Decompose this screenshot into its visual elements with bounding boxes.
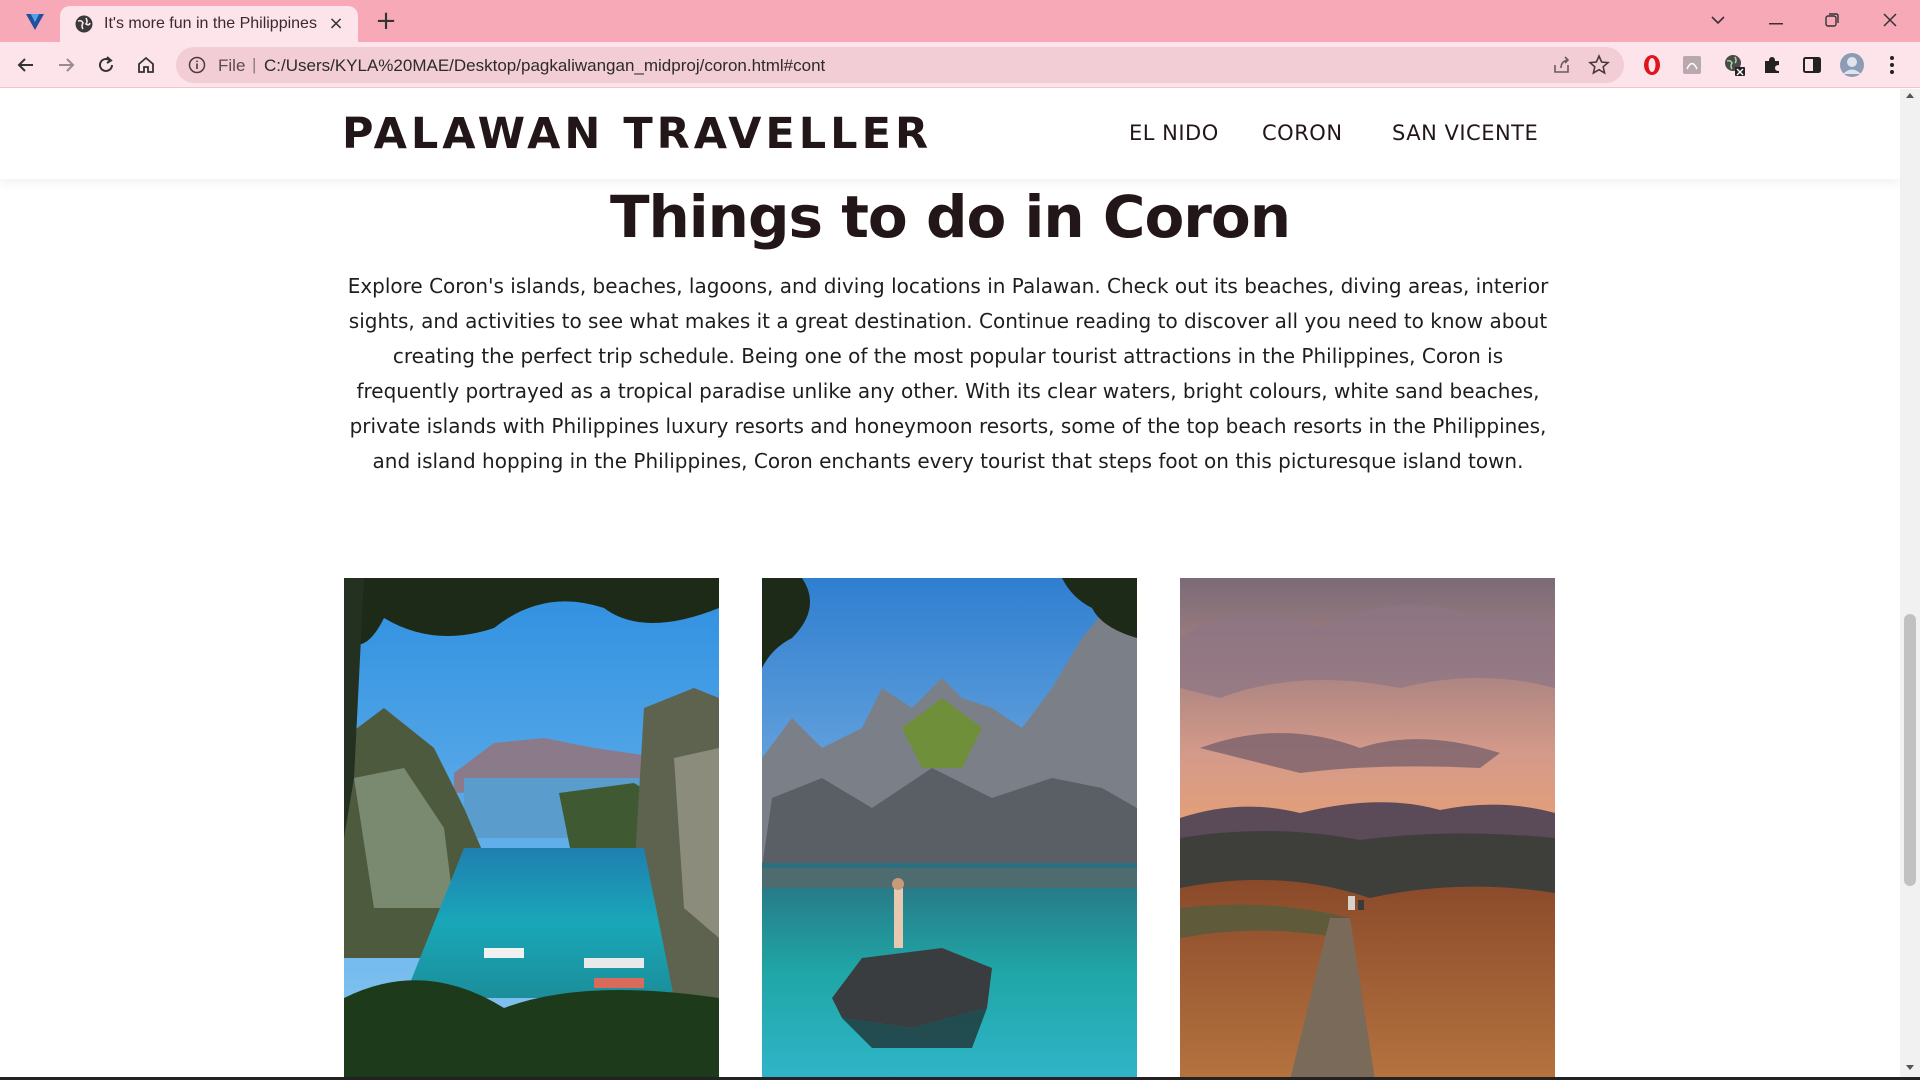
new-tab-button[interactable]: + (372, 8, 400, 36)
address-bar[interactable]: File | C:/Users/KYLA%20MAE/Desktop/pagka… (176, 47, 1624, 83)
pdf-extension-icon[interactable] (1678, 51, 1706, 79)
back-button[interactable] (12, 51, 40, 79)
extensions-puzzle-icon[interactable] (1758, 51, 1786, 79)
intro-paragraph: Explore Coron's islands, beaches, lagoon… (347, 274, 1549, 473)
nav-link-san-vicente[interactable]: SAN VICENTE (1392, 121, 1538, 145)
reload-button[interactable] (92, 51, 120, 79)
scrollbar-thumb[interactable] (1904, 614, 1916, 886)
site-header: PALAWAN TRAVELLER EL NIDO CORON SAN VICE… (0, 89, 1900, 179)
web-page: PALAWAN TRAVELLER EL NIDO CORON SAN VICE… (0, 89, 1900, 1080)
scroll-down-arrow-icon[interactable] (1904, 1064, 1916, 1076)
share-icon[interactable] (1552, 55, 1572, 75)
scroll-up-arrow-icon[interactable] (1904, 91, 1916, 103)
minimize-button[interactable] (1756, 6, 1796, 34)
app-logo-icon[interactable] (24, 11, 46, 33)
nav-link-coron[interactable]: CORON (1262, 121, 1343, 145)
tab-title: It's more fun in the Philippines (104, 15, 317, 32)
browser-tab-active[interactable]: It's more fun in the Philippines × (60, 6, 358, 42)
side-panel-icon[interactable] (1798, 51, 1826, 79)
address-scheme-label: File (218, 56, 246, 75)
restore-button[interactable] (1812, 6, 1852, 34)
page-title: Things to do in Coron (609, 183, 1291, 251)
browser-menu-icon[interactable] (1878, 51, 1906, 79)
globe-icon (74, 14, 94, 34)
nav-link-el-nido[interactable]: EL NIDO (1129, 121, 1219, 145)
page-scrollbar[interactable] (1900, 89, 1920, 1080)
photo-coron-lagoon-boats (344, 578, 719, 1080)
browser-toolbar: File | C:/Users/KYLA%20MAE/Desktop/pagka… (0, 42, 1920, 88)
site-brand[interactable]: PALAWAN TRAVELLER (342, 109, 932, 159)
translate-extension-icon[interactable] (1720, 51, 1748, 79)
forward-button[interactable] (52, 51, 80, 79)
address-url[interactable]: C:/Users/KYLA%20MAE/Desktop/pagkaliwanga… (264, 56, 825, 76)
address-separator: | (252, 55, 257, 74)
profile-avatar-icon[interactable] (1838, 51, 1866, 79)
photo-coron-sunset-trail (1180, 578, 1555, 1080)
tab-search-chevron-icon[interactable] (1698, 6, 1738, 34)
browser-tabstrip: It's more fun in the Philippines × + (0, 0, 1920, 42)
opera-extension-icon[interactable] (1638, 51, 1666, 79)
bookmark-star-icon[interactable] (1588, 53, 1610, 76)
close-window-button[interactable] (1870, 6, 1910, 34)
photo-coron-cliffs-rock (762, 578, 1137, 1080)
tab-close-icon[interactable]: × (326, 14, 346, 34)
home-button[interactable] (132, 51, 160, 79)
info-icon[interactable] (188, 56, 206, 74)
